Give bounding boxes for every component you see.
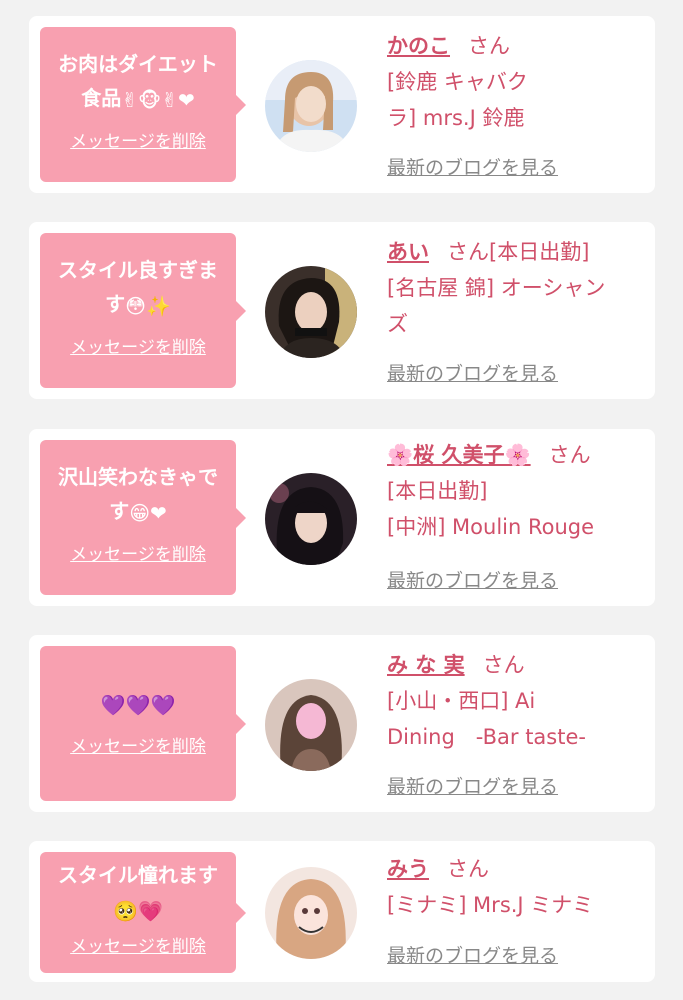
shop-name: [中洲] Moulin Rouge	[387, 515, 595, 539]
avatar[interactable]	[265, 266, 357, 358]
message-card: 💜💜💜 メッセージを削除 み な 実さん [小山・西口] Ai Dining -…	[29, 635, 655, 812]
delete-message-link[interactable]: メッセージを削除	[70, 540, 206, 565]
latest-blog-link[interactable]: 最新のブログを見る	[387, 359, 558, 386]
message-text: 沢山笑わなきゃで す😁❤	[50, 440, 226, 530]
shop-name: [名古屋 錦] オーシャン	[387, 276, 606, 300]
message-card: 沢山笑わなきゃで す😁❤ メッセージを削除 🌸桜 久美子🌸 さん [本日出勤] […	[29, 429, 655, 606]
message-emoji: 💜💜💜	[100, 692, 176, 717]
latest-blog-link[interactable]: 最新のブログを見る	[387, 566, 558, 593]
message-text: 💜💜💜	[50, 646, 226, 722]
name-suffix: さん	[447, 857, 489, 881]
delete-message-link[interactable]: メッセージを削除	[70, 333, 206, 358]
profile-name-link[interactable]: みう	[387, 857, 429, 881]
name-suffix: さん	[482, 653, 525, 677]
message-line: スタイル良すぎま	[58, 258, 218, 282]
avatar[interactable]	[265, 867, 357, 959]
profile-info: あい さん[本日出勤] [名古屋 錦] オーシャン ズ	[387, 234, 637, 342]
shop-name: ラ] mrs.J 鈴鹿	[387, 106, 525, 130]
profile-name-link[interactable]: み な 実	[387, 653, 465, 677]
shop-name: ズ	[387, 312, 408, 336]
delete-message-link[interactable]: メッセージを削除	[70, 932, 206, 957]
name-suffix: さん	[548, 443, 591, 467]
message-line: 食品	[81, 86, 122, 110]
profile-name-link[interactable]: 🌸桜 久美子🌸	[387, 443, 531, 467]
message-card: お肉はダイエット 食品✌🐵✌❤ メッセージを削除 かのこ さん [鈴鹿 キャバク …	[29, 16, 655, 193]
message-bubble: 沢山笑わなきゃで す😁❤ メッセージを削除	[40, 440, 246, 595]
shop-name: Dining -Bar taste-	[387, 725, 586, 749]
name-suffix: さん	[468, 34, 510, 58]
message-emoji: 🥺💗	[113, 898, 163, 923]
profile-name-link[interactable]: あい	[387, 240, 429, 264]
message-line: スタイル憧れます	[58, 863, 218, 887]
name-suffix: さん[本日出勤]	[447, 240, 590, 264]
shop-name: [鈴鹿 キャバク	[387, 70, 528, 94]
avatar[interactable]	[265, 473, 357, 565]
message-emoji: 😳✨	[125, 293, 171, 318]
message-bubble: お肉はダイエット 食品✌🐵✌❤ メッセージを削除	[40, 27, 246, 182]
message-line: お肉はダイエット	[58, 52, 218, 76]
message-text: お肉はダイエット 食品✌🐵✌❤	[50, 27, 226, 117]
message-text: スタイル憧れます 🥺💗	[50, 852, 226, 928]
avatar[interactable]	[265, 60, 357, 152]
shop-name: [ミナミ] Mrs.J ミナミ	[387, 893, 594, 917]
message-emoji: ✌🐵✌❤	[121, 87, 195, 112]
shop-name: [小山・西口] Ai	[387, 689, 536, 713]
profile-info: み な 実さん [小山・西口] Ai Dining -Bar taste-	[387, 647, 637, 755]
message-card: スタイル憧れます 🥺💗 メッセージを削除 みう さん [ミナミ] Mrs.J ミナ…	[29, 841, 655, 982]
profile-info: かのこ さん [鈴鹿 キャバク ラ] mrs.J 鈴鹿	[387, 28, 637, 136]
message-bubble: スタイル憧れます 🥺💗 メッセージを削除	[40, 852, 246, 973]
profile-info: みう さん [ミナミ] Mrs.J ミナミ	[387, 851, 647, 923]
message-list: お肉はダイエット 食品✌🐵✌❤ メッセージを削除 かのこ さん [鈴鹿 キャバク …	[0, 0, 683, 1000]
message-line: 沢山笑わなきゃで	[58, 465, 218, 489]
delete-message-link[interactable]: メッセージを削除	[70, 127, 206, 152]
profile-name-link[interactable]: かのこ	[387, 34, 450, 58]
shop-name: [本日出勤]	[387, 479, 488, 503]
latest-blog-link[interactable]: 最新のブログを見る	[387, 941, 558, 968]
latest-blog-link[interactable]: 最新のブログを見る	[387, 153, 558, 180]
message-line: す	[105, 292, 126, 316]
delete-message-link[interactable]: メッセージを削除	[70, 732, 206, 757]
message-emoji: 😁❤	[129, 500, 167, 525]
profile-info: 🌸桜 久美子🌸 さん [本日出勤] [中洲] Moulin Rouge	[387, 437, 637, 545]
message-text: スタイル良すぎま す😳✨	[50, 233, 226, 323]
message-card: スタイル良すぎま す😳✨ メッセージを削除 あい さん[本日出勤] [名古屋 錦]…	[29, 222, 655, 399]
message-line: す	[109, 499, 130, 523]
message-bubble: スタイル良すぎま す😳✨ メッセージを削除	[40, 233, 246, 388]
avatar[interactable]	[265, 679, 357, 771]
latest-blog-link[interactable]: 最新のブログを見る	[387, 772, 558, 799]
message-bubble: 💜💜💜 メッセージを削除	[40, 646, 246, 801]
